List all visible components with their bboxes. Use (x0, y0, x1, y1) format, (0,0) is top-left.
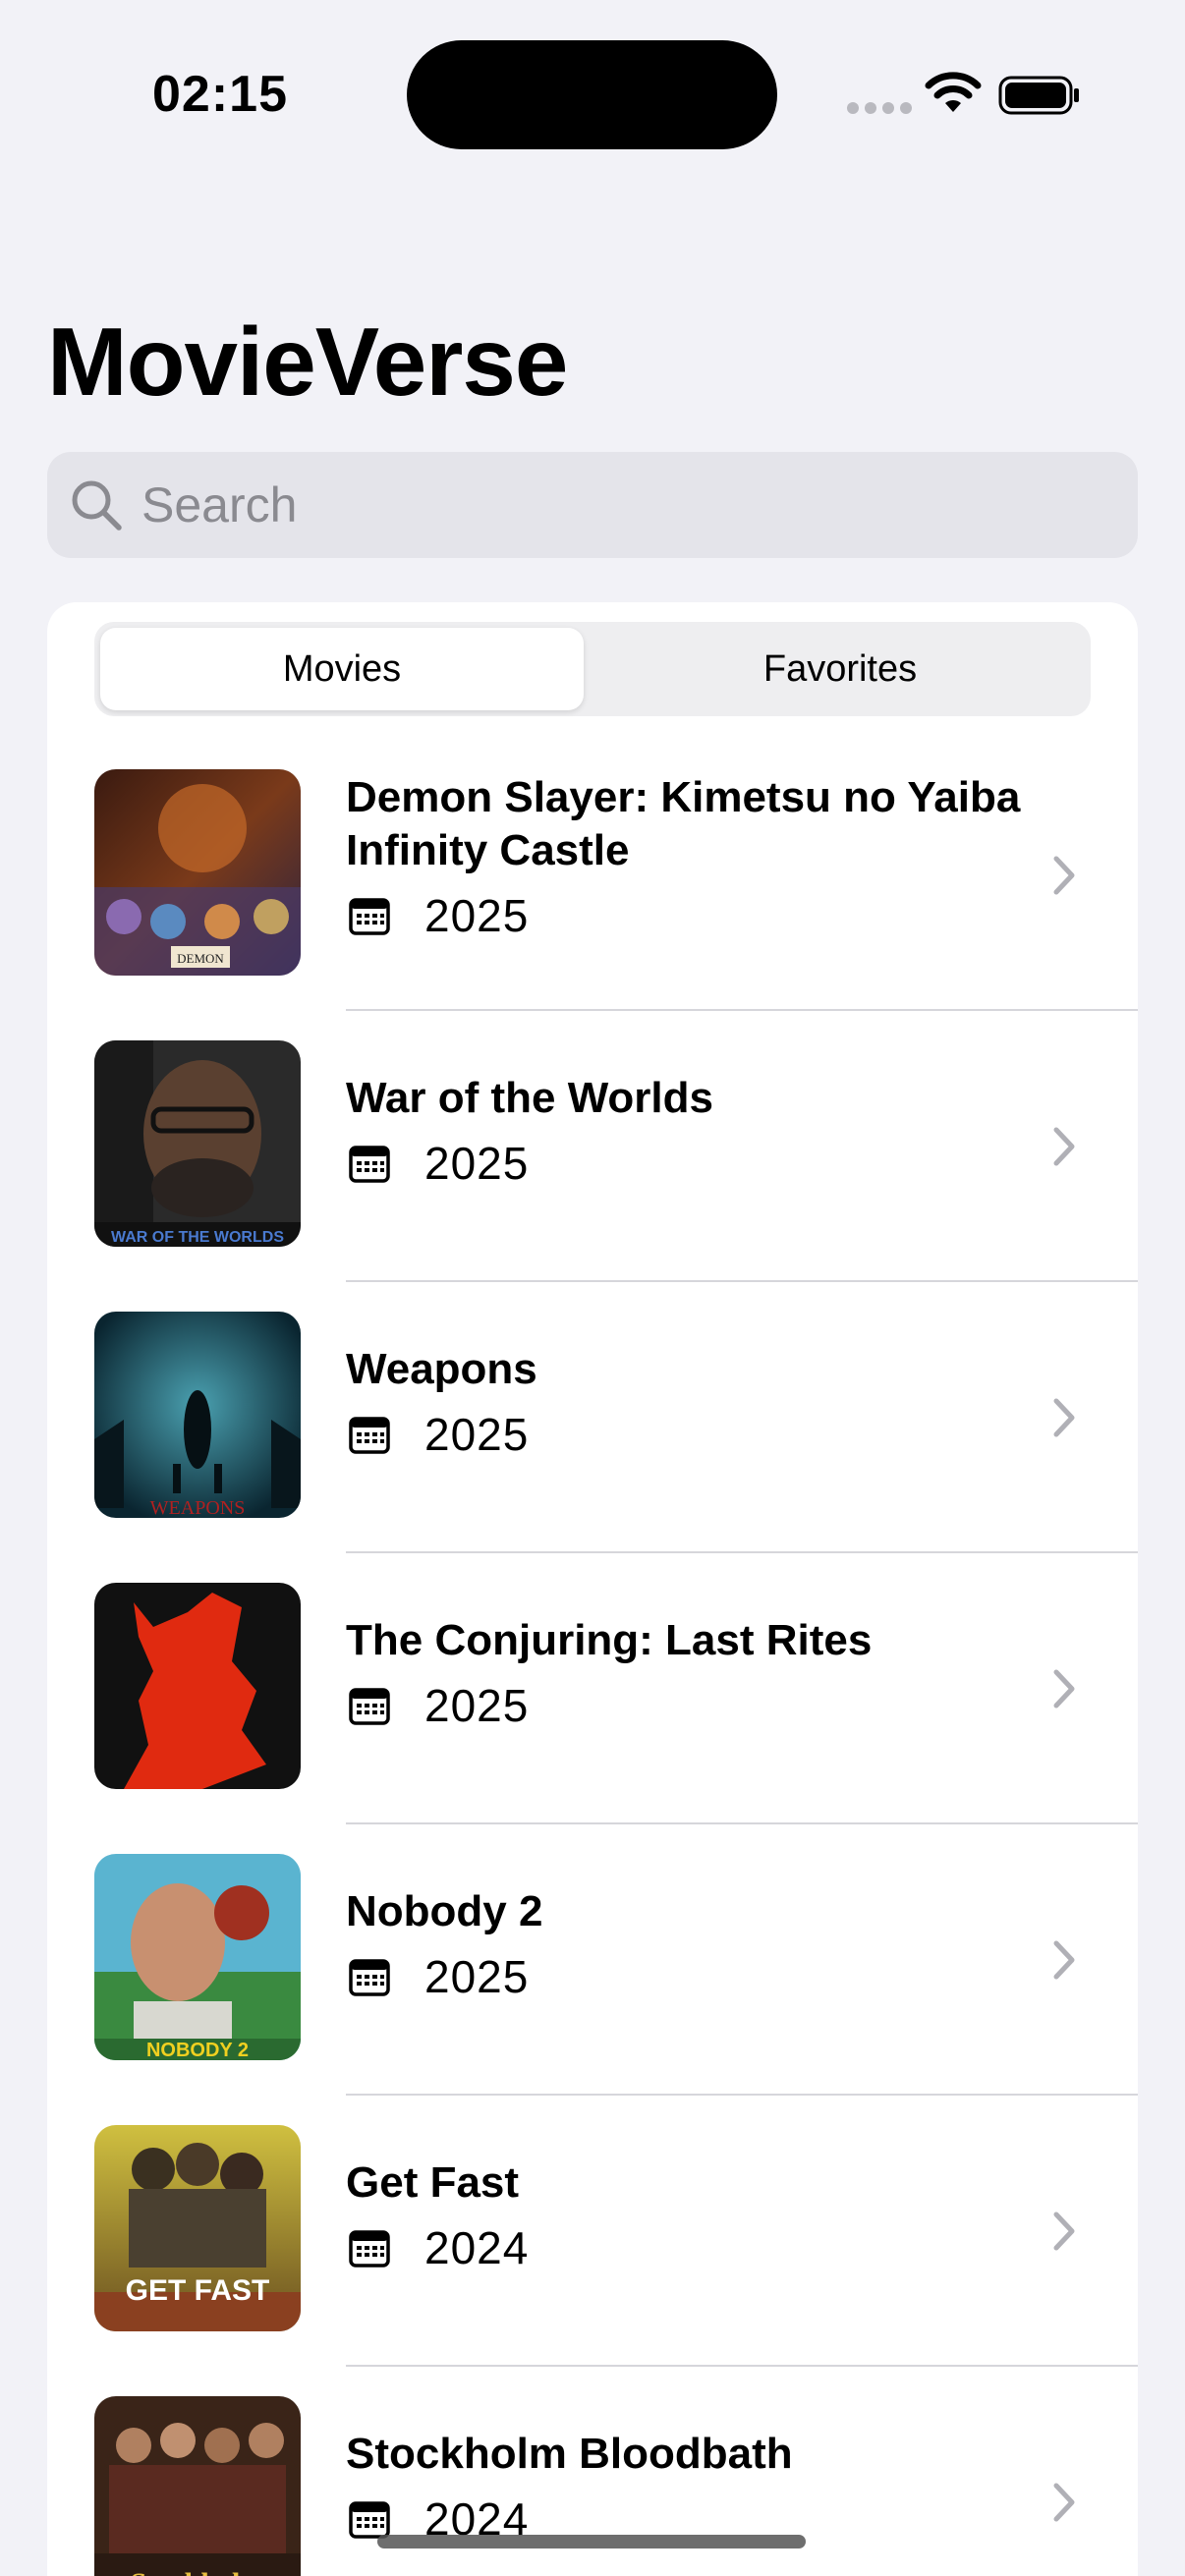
chevron-right-icon (1053, 2483, 1075, 2522)
movie-poster (94, 1583, 301, 1789)
movie-year-line: 2025 (348, 1408, 529, 1461)
calendar-icon (349, 1959, 390, 1996)
svg-text:DEMON: DEMON (177, 951, 224, 966)
status-bar: 02:15 (0, 0, 1185, 196)
chevron-right-icon (1053, 2212, 1075, 2251)
chevron-right-icon (1053, 1127, 1075, 1166)
movie-poster: DEMON (94, 769, 301, 976)
movie-title: Weapons (346, 1345, 537, 1393)
movie-year: 2025 (424, 1951, 530, 2002)
movie-row[interactable]: WAR OF THE WORLDS War of the Worlds 2025 (47, 1011, 1138, 1282)
movie-row[interactable]: The Conjuring: Last Rites 2025 (47, 1553, 1138, 1824)
calendar-icon (349, 898, 390, 935)
chevron-right-icon (1053, 856, 1075, 895)
movie-title: War of the Worlds (346, 1074, 713, 1122)
svg-text:NOBODY 2: NOBODY 2 (146, 2040, 249, 2060)
movie-year: 2025 (424, 1138, 530, 1189)
calendar-icon (349, 1417, 390, 1454)
movie-row[interactable]: GET FAST Get Fast 2024 (47, 2096, 1138, 2367)
movie-poster: WAR OF THE WORLDS (94, 1040, 301, 1247)
movie-list: DEMON Demon Slayer: Kimetsu no Yaiba Inf… (47, 740, 1138, 2576)
movie-year-line: 2025 (348, 1950, 529, 2003)
movie-title: Get Fast (346, 2158, 520, 2207)
search-input[interactable] (141, 452, 1104, 558)
movie-poster: WEAPONS (94, 1312, 301, 1518)
status-time: 02:15 (152, 66, 288, 123)
tab-movies[interactable]: Movies (100, 628, 584, 710)
segmented-control: Movies Favorites (94, 622, 1091, 716)
movie-title: Stockholm Bloodbath (346, 2430, 793, 2478)
chevron-right-icon (1053, 1669, 1075, 1708)
tab-favorites[interactable]: Favorites (595, 628, 1085, 710)
wifi-icon (925, 72, 982, 112)
movie-title: Nobody 2 (346, 1887, 543, 1935)
chevron-right-icon (1053, 1940, 1075, 1980)
movie-title: Demon Slayer: Kimetsu no Yaiba Infinity … (346, 773, 1021, 874)
movie-row[interactable]: WEAPONS Weapons 2025 (47, 1282, 1138, 1553)
movie-year: 2025 (424, 1680, 530, 1731)
movie-poster: GET FAST (94, 2125, 301, 2331)
movie-year-line: 2025 (348, 1137, 529, 1190)
movie-year-line: 2024 (348, 2221, 529, 2274)
movie-title: The Conjuring: Last Rites (346, 1616, 873, 1664)
calendar-icon (349, 1146, 390, 1183)
movie-poster: Stockholm (94, 2396, 301, 2576)
movie-year-line: 2025 (348, 889, 529, 942)
movie-year: 2025 (424, 890, 530, 941)
movie-year: 2024 (424, 2222, 530, 2273)
home-indicator[interactable] (377, 2535, 806, 2548)
movie-row[interactable]: DEMON Demon Slayer: Kimetsu no Yaiba Inf… (47, 740, 1138, 1011)
cellular-signal-icon (847, 102, 912, 114)
movie-year-line: 2025 (348, 1679, 529, 1732)
svg-text:WEAPONS: WEAPONS (150, 1497, 246, 1518)
content-card: Movies Favorites DEMON Demon Slayer: Kim… (47, 602, 1138, 2576)
movie-row[interactable]: NOBODY 2 Nobody 2 2025 (47, 1824, 1138, 2096)
page-title: MovieVerse (47, 308, 568, 416)
svg-text:Stockholm: Stockholm (131, 2567, 265, 2576)
calendar-icon (349, 2230, 390, 2268)
chevron-right-icon (1053, 1398, 1075, 1437)
movie-poster: NOBODY 2 (94, 1854, 301, 2060)
dynamic-island (407, 40, 777, 149)
calendar-icon (349, 1688, 390, 1725)
battery-icon (998, 76, 1079, 115)
search-bar[interactable] (47, 452, 1138, 558)
search-icon (72, 480, 122, 531)
movie-year: 2025 (424, 1409, 530, 1460)
svg-text:GET FAST: GET FAST (126, 2274, 270, 2307)
svg-text:WAR OF THE WORLDS: WAR OF THE WORLDS (111, 1229, 284, 1246)
